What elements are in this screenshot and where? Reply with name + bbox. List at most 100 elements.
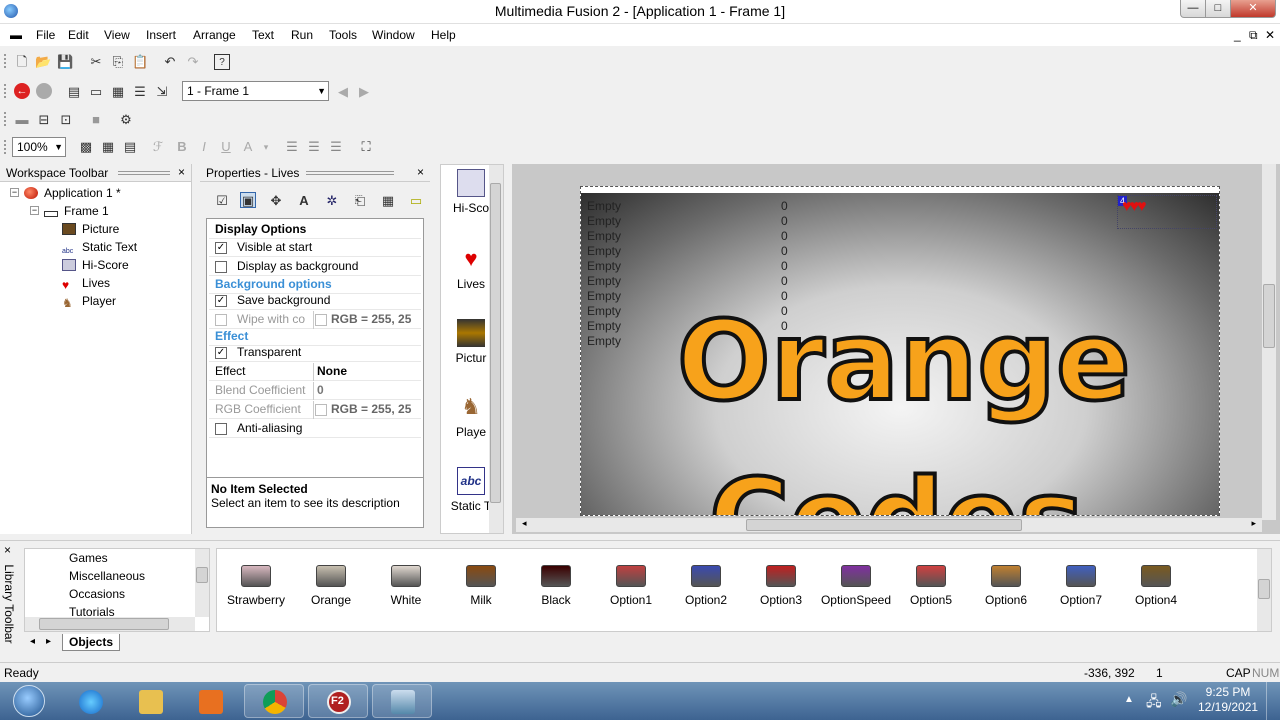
values-tab-icon[interactable]: ▦ [380,193,396,209]
background-picture[interactable]: Orange Codes Empty Empty Empty Empty Emp… [581,193,1219,515]
record-icon[interactable] [36,83,52,99]
scroll-left-icon[interactable]: ◂ [522,518,527,529]
tab-objects[interactable]: Objects [62,634,121,651]
library-tree-item[interactable]: Games [69,551,108,565]
editor-horizontal-scrollbar[interactable]: ◂ ▸ [516,518,1262,532]
tree-item-hi-score[interactable]: Hi-Score [62,258,129,272]
menu-view[interactable]: View [104,28,130,42]
clock[interactable]: 9:25 PM 12/19/2021 [1198,685,1258,715]
taskbar-file-explorer[interactable] [120,684,180,718]
tree-item-lives[interactable]: ♥ Lives [62,276,110,291]
menu-edit[interactable]: Edit [68,28,89,42]
menu-window[interactable]: Window [372,28,415,42]
lives-object[interactable]: 4 ♥♥♥ [1117,195,1217,229]
size-position-tab-icon[interactable]: ✥ [268,193,284,209]
property-save-background[interactable]: ✓ Save background [209,292,421,310]
tab-scroll-left-icon[interactable]: ◂ [30,636,35,647]
menu-help[interactable]: Help [431,28,456,42]
show-desktop-button[interactable] [1266,682,1280,720]
minimize-button[interactable]: — [1180,0,1206,18]
library-item-option6[interactable]: Option6 [969,561,1043,607]
taskbar-chrome[interactable] [244,684,304,718]
show-grid-icon[interactable]: ▤ [122,139,138,155]
tree-item-static-text[interactable]: abc Static Text [62,240,137,258]
taskbar-control-panel[interactable] [372,684,432,718]
library-item-option2[interactable]: Option2 [669,561,743,607]
help-icon[interactable]: ? [214,54,230,70]
scrollbar-thumb[interactable] [746,519,1022,531]
tree-toggle[interactable]: − [10,188,19,197]
frame-editor-icon[interactable]: ▭ [88,84,104,100]
property-anti-aliasing[interactable]: Anti-aliasing [209,420,421,438]
next-frame-icon[interactable]: ▶ [356,84,372,100]
library-item-optionspeed[interactable]: OptionSpeed [819,561,893,607]
property-rgb-coefficient[interactable]: RGB Coefficient RGB = 255, 25 [209,401,421,419]
rgb-coefficient-checkbox[interactable] [315,404,327,416]
transparent-checkbox[interactable]: ✓ [215,347,227,359]
display-tab-icon[interactable]: ▣ [240,192,256,208]
property-visible-at-start[interactable]: ✓ Visible at start [209,239,421,257]
scrollbar-thumb[interactable] [196,567,208,583]
menu-text[interactable]: Text [252,28,274,42]
visible-at-start-checkbox[interactable]: ✓ [215,242,227,254]
library-item-option3[interactable]: Option3 [744,561,818,607]
snap-icon[interactable]: ▦ [100,139,116,155]
scrollbar-thumb[interactable] [490,183,501,503]
debug-icon[interactable]: ⚙ [118,112,134,128]
align-right-icon[interactable]: ☰ [328,139,344,155]
library-item-option5[interactable]: Option5 [894,561,968,607]
new-file-icon[interactable]: 🗋 [14,54,30,70]
mdi-minimize-button[interactable]: _ [1234,28,1241,42]
scroll-right-icon[interactable]: ▸ [1251,518,1256,529]
property-blend-coefficient[interactable]: Blend Coefficient 0 [209,382,421,400]
workspace-close-button[interactable]: × [178,165,185,179]
menu-arrange[interactable]: Arrange [193,28,236,42]
menu-insert[interactable]: Insert [146,28,176,42]
effect-value[interactable]: None [317,363,347,380]
wipe-with-color-checkbox[interactable] [215,314,227,326]
property-wipe-with-color[interactable]: Wipe with co RGB = 255, 25 [209,311,421,329]
underline-icon[interactable]: U [218,139,234,155]
runtime-options-tab-icon[interactable]: ⎗ [352,193,368,209]
anti-aliasing-checkbox[interactable] [215,423,227,435]
show-hidden-icons[interactable]: ▲ [1124,694,1134,705]
property-display-as-background[interactable]: Display as background [209,258,421,276]
menu-run[interactable]: Run [291,28,313,42]
run-frame-icon[interactable]: ⊟ [36,112,52,128]
save-icon[interactable]: 💾 [57,54,73,70]
events-tab-icon[interactable]: ▭ [408,193,424,209]
data-elements-icon[interactable]: ⇲ [154,84,170,100]
library-tree-item[interactable]: Miscellaneous [69,569,145,583]
mdi-restore-button[interactable]: ⧉ [1249,28,1258,43]
zoom-select[interactable]: 100% ▼ [12,137,66,157]
cut-icon[interactable]: ✂ [88,54,104,70]
scrollbar-thumb[interactable] [39,618,169,630]
library-item-white[interactable]: White [369,561,443,607]
scrollbar-thumb[interactable] [1258,579,1270,599]
stop-icon[interactable]: ■ [88,112,104,128]
paste-icon[interactable]: 📋 [132,54,148,70]
tree-toggle[interactable]: − [30,206,39,215]
property-effect[interactable]: Effect None [209,363,421,381]
display-as-background-checkbox[interactable] [215,261,227,273]
library-tree-scrollbar[interactable] [195,549,209,617]
library-item-orange[interactable]: Orange [294,561,368,607]
tree-item-frame[interactable]: Frame 1 [44,204,109,218]
library-tree-item[interactable]: Occasions [69,587,125,601]
previous-frame-icon[interactable]: ◀ [335,84,351,100]
grid-icon[interactable]: ▩ [78,139,94,155]
align-left-icon[interactable]: ☰ [284,139,300,155]
tree-item-picture[interactable]: Picture [62,222,119,236]
properties-close-button[interactable]: × [417,165,424,179]
taskbar-multimedia-fusion[interactable]: F2 [308,684,368,718]
open-folder-icon[interactable]: 📂 [35,54,51,70]
blend-value[interactable]: 0 [317,382,324,399]
taskbar-internet-explorer[interactable] [60,684,120,718]
start-button[interactable] [6,682,52,720]
text-color-icon[interactable]: A [240,139,256,155]
tree-item-application[interactable]: Application 1 * [24,186,121,200]
run-window-icon[interactable]: ⊡ [58,112,74,128]
rgb-color-checkbox[interactable] [315,314,327,326]
text-options-tab-icon[interactable]: A [296,193,312,209]
frame-select[interactable]: 1 - Frame 1 ▼ [182,81,329,101]
